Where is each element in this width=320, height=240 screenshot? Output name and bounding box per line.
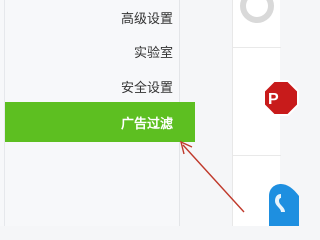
sidebar-item-ad-filter[interactable]: 广告过滤 [5,102,195,142]
sidebar-item-label: 广告过滤 [120,116,173,132]
content-panel: P [232,0,299,226]
sidebar-item-label: 实验室 [133,45,173,61]
blue-shield-icon [269,184,299,226]
svg-text:P: P [268,91,279,108]
sidebar-item-security-settings[interactable]: 安全设置 [5,66,195,106]
sidebar-item-lab[interactable]: 实验室 [5,31,195,71]
sidebar-item-label: 安全设置 [120,80,173,96]
tile-divider [233,155,281,156]
tile-divider [233,47,281,48]
red-stop-icon: P [263,80,299,116]
sidebar-item-label: 高级设置 [120,11,173,27]
gray-circle-icon [240,0,274,23]
